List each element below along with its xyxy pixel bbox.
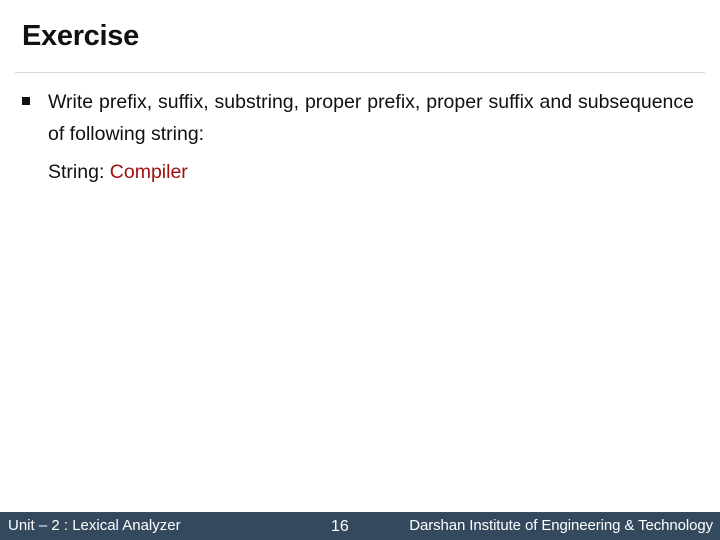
bullet-list: Write prefix, suffix, substring, proper … (22, 86, 694, 150)
title-divider (15, 72, 705, 73)
bullet-text: Write prefix, suffix, substring, proper … (48, 91, 694, 145)
string-line: String: Compiler (48, 156, 188, 188)
square-bullet-icon (22, 97, 30, 105)
bullet-item: Write prefix, suffix, substring, proper … (22, 86, 694, 150)
string-value: Compiler (109, 161, 188, 183)
footer-unit-title: Unit – 2 : Lexical Analyzer (8, 517, 181, 534)
footer-institute-name: Darshan Institute of Engineering & Techn… (409, 517, 713, 534)
page-number: 16 (331, 518, 349, 535)
slide-title: Exercise (22, 20, 139, 52)
string-label: String: (48, 161, 110, 183)
footer-bar: Unit – 2 : Lexical Analyzer 16 Darshan I… (0, 512, 720, 540)
